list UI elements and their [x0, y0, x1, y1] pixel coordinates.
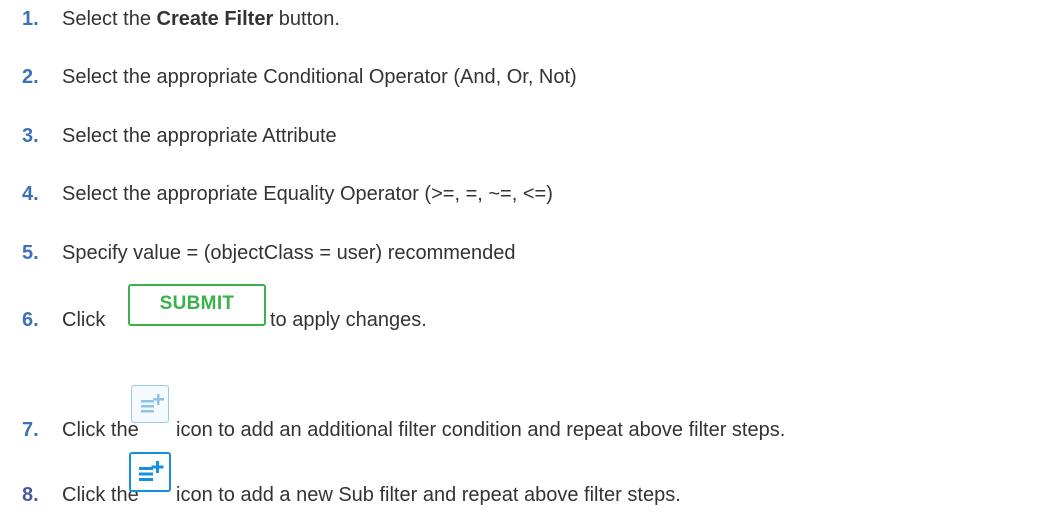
- list-plus-icon: [141, 394, 164, 413]
- step-number: 5.: [22, 242, 39, 264]
- add-filter-condition-icon[interactable]: [131, 385, 169, 423]
- create-filter-label: Create Filter: [156, 8, 274, 30]
- step-text: Specify value = (objectClass = user) rec…: [62, 242, 516, 264]
- step-number: 1.: [22, 8, 39, 30]
- submit-button[interactable]: SUBMIT: [128, 284, 266, 326]
- step-text: Select the appropriate Equality Operator…: [62, 183, 553, 205]
- step-text: Select the appropriate Attribute: [62, 125, 337, 147]
- step-number: 7.: [22, 419, 39, 441]
- step-text: Select the Create Filter button.: [62, 8, 340, 30]
- step-number: 6.: [22, 309, 39, 331]
- add-sub-filter-icon[interactable]: [129, 452, 171, 492]
- step-number: 8.: [22, 484, 39, 506]
- submit-button-label: SUBMIT: [159, 293, 235, 314]
- step-number: 2.: [22, 66, 39, 88]
- step-number: 3.: [22, 125, 39, 147]
- step-text: Select the appropriate Conditional Opera…: [62, 66, 577, 88]
- step-number: 4.: [22, 183, 39, 205]
- list-plus-icon: [139, 461, 164, 481]
